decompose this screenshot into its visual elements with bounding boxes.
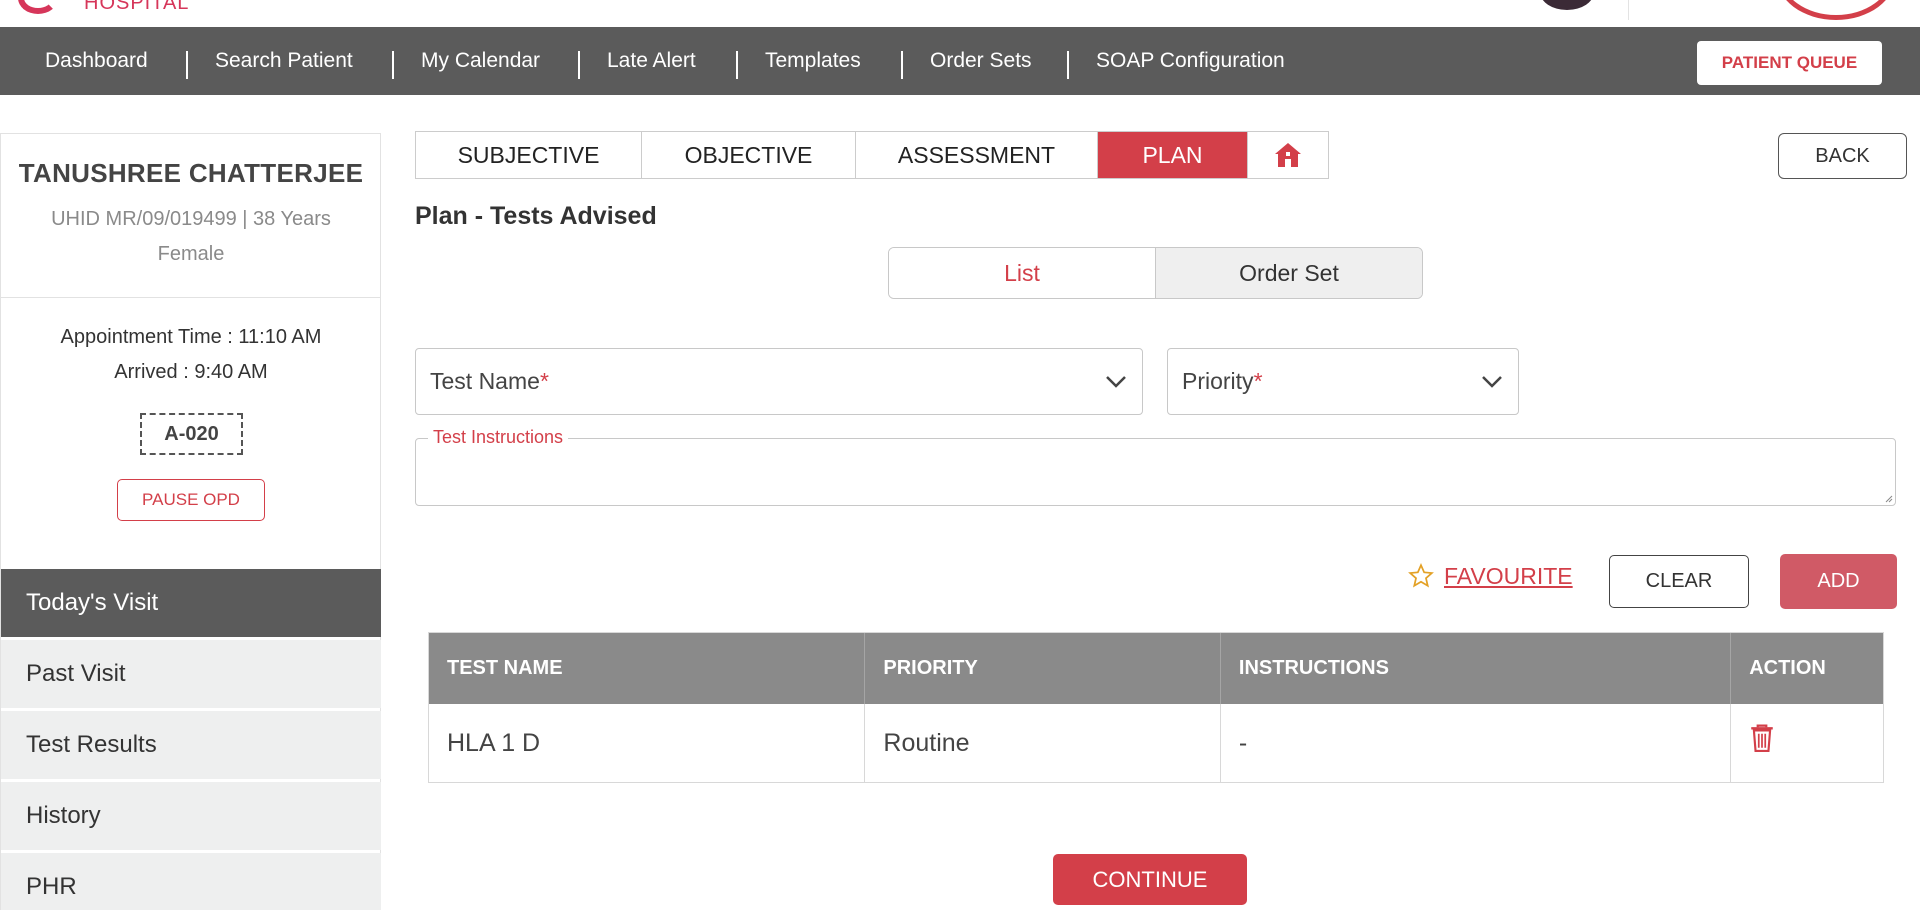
appointment-time: Appointment Time : 11:10 AM	[60, 326, 322, 348]
add-button[interactable]: ADD	[1780, 554, 1897, 609]
test-instructions-field[interactable]: Test Instructions	[415, 427, 1896, 506]
header-divider	[1628, 0, 1629, 20]
nav-search-patient[interactable]: Search Patient	[215, 27, 353, 95]
tests-table: TEST NAME PRIORITY INSTRUCTIONS ACTION H…	[428, 632, 1884, 783]
favourite-label: FAVOURITE	[1444, 562, 1573, 589]
column-header-action: ACTION	[1749, 657, 1826, 679]
column-header-test-name: TEST NAME	[429, 633, 866, 704]
priority-select[interactable]: Priority*	[1167, 348, 1519, 415]
chevron-down-icon	[1106, 376, 1126, 388]
tab-assessment[interactable]: ASSESSMENT	[856, 132, 1098, 178]
nav-dashboard[interactable]: Dashboard	[45, 27, 148, 95]
cell-action	[1731, 704, 1883, 782]
home-icon	[1275, 143, 1301, 167]
token-number: A-020	[140, 413, 243, 455]
panel-divider	[1, 297, 381, 298]
main-navbar: Dashboard Search Patient My Calendar Lat…	[0, 27, 1920, 95]
clear-button[interactable]: CLEAR	[1609, 555, 1749, 608]
nav-templates[interactable]: Templates	[765, 27, 861, 95]
chevron-down-icon	[1482, 376, 1502, 388]
nav-soap-configuration[interactable]: SOAP Configuration	[1096, 27, 1285, 95]
test-name-label: Test Name*	[430, 368, 549, 394]
sidebar-item-test-results[interactable]: Test Results	[1, 711, 381, 779]
trash-icon[interactable]	[1749, 724, 1775, 752]
tab-home[interactable]	[1248, 132, 1328, 178]
back-button[interactable]: BACK	[1778, 133, 1907, 179]
sidebar-item-history[interactable]: History	[1, 782, 381, 850]
nav-separator	[901, 51, 903, 79]
cell-instructions: -	[1221, 704, 1732, 782]
sidebar-item-phr[interactable]: PHR	[1, 853, 381, 910]
test-name-select[interactable]: Test Name*	[415, 348, 1143, 415]
nav-separator	[736, 51, 738, 79]
favourite-link[interactable]: FAVOURITE	[1408, 560, 1573, 592]
tab-subjective[interactable]: SUBJECTIVE	[416, 132, 642, 178]
view-toggle: List Order Set	[888, 247, 1423, 299]
cell-priority: Routine	[865, 704, 1221, 782]
star-icon	[1408, 563, 1434, 588]
tab-plan[interactable]: PLAN	[1098, 132, 1248, 178]
soap-tabs: SUBJECTIVE OBJECTIVE ASSESSMENT PLAN	[415, 131, 1329, 179]
brand-emblem-icon	[1776, 0, 1896, 20]
hospital-logo-icon	[18, 0, 58, 14]
nav-order-sets[interactable]: Order Sets	[930, 27, 1032, 95]
resize-grip-icon[interactable]	[1883, 493, 1893, 503]
toggle-order-set[interactable]: Order Set	[1156, 248, 1422, 298]
continue-button[interactable]: CONTINUE	[1053, 854, 1247, 905]
user-avatar[interactable]	[1540, 0, 1594, 10]
sidebar-item-todays-visit[interactable]: Today's Visit	[1, 569, 381, 637]
nav-late-alert[interactable]: Late Alert	[607, 27, 696, 95]
nav-my-calendar[interactable]: My Calendar	[421, 27, 540, 95]
cell-test-name: HLA 1 D	[429, 704, 866, 782]
top-header: HOSPITAL	[0, 0, 1920, 27]
nav-separator	[578, 51, 580, 79]
page-title: Plan - Tests Advised	[415, 202, 657, 230]
patient-uhid-age: UHID MR/09/019499 | 38 Years	[51, 208, 331, 230]
patient-name: TANUSHREE CHATTERJEE	[18, 158, 364, 188]
arrived-time: Arrived : 9:40 AM	[114, 361, 268, 383]
table-header: TEST NAME PRIORITY INSTRUCTIONS ACTION	[429, 633, 1883, 704]
hospital-logo-text: HOSPITAL	[84, 0, 190, 14]
patient-panel: TANUSHREE CHATTERJEE UHID MR/09/019499 |…	[0, 133, 381, 910]
test-instructions-label: Test Instructions	[428, 427, 569, 448]
patient-queue-button[interactable]: PATIENT QUEUE	[1697, 41, 1882, 85]
nav-separator	[1067, 51, 1069, 79]
nav-separator	[392, 51, 394, 79]
tab-objective[interactable]: OBJECTIVE	[642, 132, 856, 178]
table-row: HLA 1 D Routine -	[429, 704, 1883, 782]
column-header-priority: PRIORITY	[865, 633, 1221, 704]
priority-label: Priority*	[1182, 368, 1263, 394]
patient-gender: Female	[157, 243, 225, 265]
toggle-list[interactable]: List	[889, 248, 1156, 298]
pause-opd-button[interactable]: PAUSE OPD	[117, 479, 265, 521]
nav-separator	[186, 51, 188, 79]
sidebar-item-past-visit[interactable]: Past Visit	[1, 640, 381, 708]
column-header-instructions: INSTRUCTIONS	[1221, 633, 1732, 704]
